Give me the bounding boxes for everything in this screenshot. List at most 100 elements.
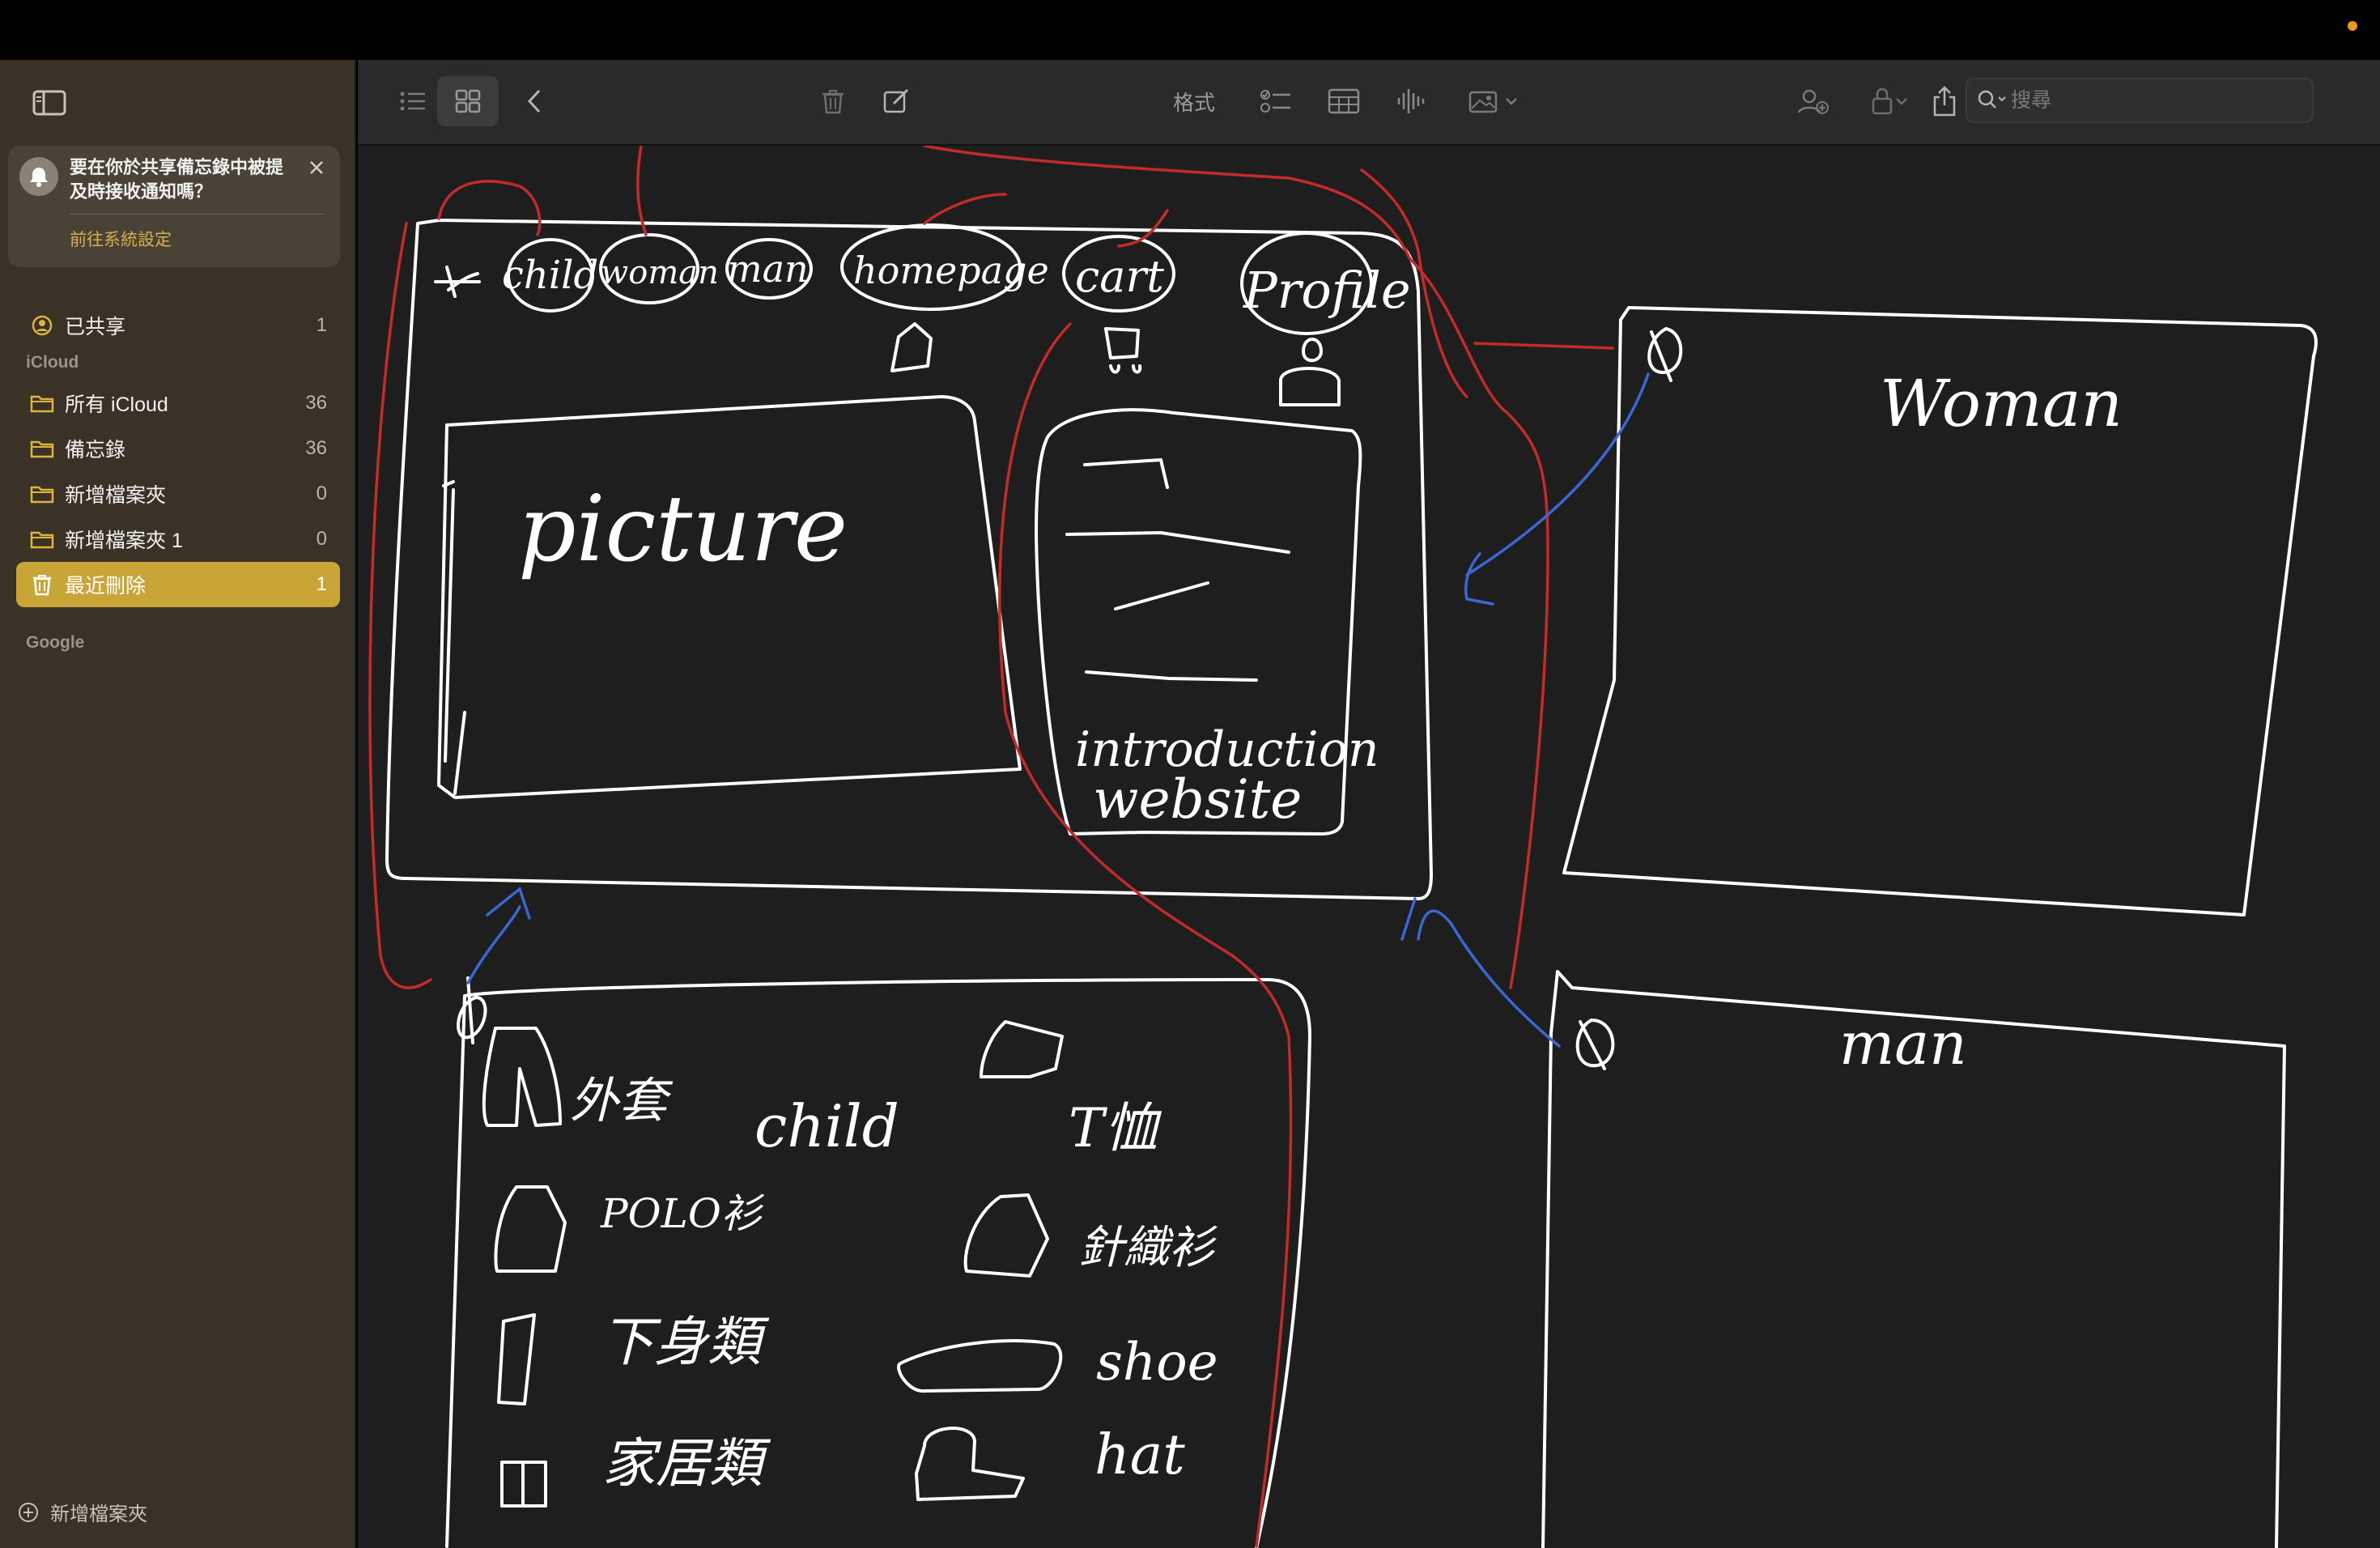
search-field[interactable] — [1966, 78, 2314, 123]
waveform-icon — [1397, 89, 1425, 113]
item-count: 0 — [316, 528, 327, 550]
sidebar-item-label: 備忘錄 — [65, 439, 126, 461]
house-sketch-icon — [890, 322, 933, 372]
website-label: website — [1093, 768, 1302, 831]
format-button[interactable]: 格式 — [1166, 76, 1222, 126]
category-child-label: child — [754, 1092, 899, 1160]
sidebar-item-notes[interactable]: 備忘錄 36 — [16, 426, 340, 471]
search-input[interactable] — [2011, 88, 2312, 113]
sidebar-item-new-folder[interactable]: 新增檔案夾 0 — [16, 471, 340, 517]
media-button[interactable] — [1457, 76, 1530, 126]
shared-person-icon — [28, 311, 57, 340]
sketch-drawing: child woman man homepage cart Profile pi… — [368, 146, 2318, 1548]
mention-notification-banner: 要在你於共享備忘錄中被提及時接收通知嗎？ 前往系統設定 — [8, 146, 340, 267]
polo-sketch-icon — [494, 1185, 567, 1273]
woman-page-label: Woman — [1880, 366, 2123, 441]
item-count: 1 — [316, 573, 327, 595]
compose-icon — [883, 88, 909, 113]
nav-label-man: man — [727, 247, 809, 291]
folder-icon — [28, 479, 57, 508]
category-tshirt-label: T恤 — [1069, 1097, 1162, 1159]
blue-arrow-woman — [1464, 372, 1650, 606]
collaborate-button[interactable] — [1791, 76, 1836, 126]
share-icon — [1933, 86, 1956, 117]
sidebar-item-all-icloud[interactable]: 所有 iCloud 36 — [16, 381, 340, 426]
folder-icon — [28, 389, 57, 418]
photo-icon — [1468, 91, 1498, 113]
category-polo-label: POLO衫 — [600, 1190, 765, 1237]
audio-button[interactable] — [1389, 76, 1431, 126]
note-toolbar: 格式 — [358, 60, 2380, 146]
bell-icon — [19, 157, 58, 196]
red-link-woman — [1409, 257, 1614, 989]
sidebar-item-label: 所有 iCloud — [65, 393, 168, 416]
shoe-sketch-icon — [897, 1339, 1063, 1393]
delete-button[interactable] — [813, 76, 853, 126]
close-icon[interactable] — [304, 155, 329, 180]
lock-icon — [1872, 87, 1893, 115]
sidebar-item-shared[interactable]: 已共享 1 — [16, 303, 340, 348]
sidebar-item-label: 新增檔案夾 1 — [65, 529, 183, 552]
sidebar-item-recently-deleted[interactable]: 最近刪除 1 — [16, 562, 340, 607]
red-link-homepage-category — [368, 222, 432, 989]
plus-circle-icon — [16, 1500, 40, 1525]
new-folder-label: 新增檔案夾 — [50, 1503, 147, 1525]
woman-logo-icon — [1647, 327, 1683, 382]
notice-message: 要在你於共享備忘錄中被提及時接收通知嗎？ — [70, 157, 284, 202]
category-sweater-label: 針織衫 — [1078, 1222, 1218, 1274]
nav-label-cart: cart — [1075, 251, 1164, 302]
gallery-view-button[interactable] — [437, 76, 499, 126]
picture-label: picture — [518, 477, 848, 582]
sidebar-toggle-icon[interactable] — [32, 89, 66, 117]
new-folder-button[interactable]: 新增檔案夾 — [16, 1498, 147, 1526]
folder-icon — [28, 434, 57, 463]
compose-button[interactable] — [876, 76, 916, 126]
menu-bar — [0, 0, 2380, 60]
sidebar: 要在你於共享備忘錄中被提及時接收通知嗎？ 前往系統設定 已共享 1 iCloud… — [0, 60, 356, 1548]
sidebar-item-new-folder-1[interactable]: 新增檔案夾 1 0 — [16, 517, 340, 562]
section-header-icloud: iCloud — [26, 353, 79, 372]
sidebar-item-label: 已共享 — [65, 316, 126, 338]
nav-label-child: child — [502, 253, 598, 298]
table-icon — [1328, 88, 1360, 114]
category-homewear-label: 家居類 — [602, 1432, 771, 1495]
item-count: 0 — [316, 483, 327, 504]
pants-sketch-icon — [497, 1313, 536, 1406]
trash-icon — [822, 90, 844, 114]
tshirt-sketch-icon — [980, 1020, 1064, 1078]
table-button[interactable] — [1323, 76, 1365, 126]
person-sketch-icon — [1279, 338, 1341, 406]
home-wear-sketch-icon — [500, 1461, 547, 1508]
lock-button[interactable] — [1859, 76, 1920, 126]
checklist-icon — [1260, 90, 1290, 113]
nav-label-profile: Profile — [1243, 261, 1411, 320]
man-logo-icon — [1575, 1019, 1615, 1070]
divider — [70, 214, 324, 215]
trash-icon — [28, 570, 57, 599]
jacket-sketch-icon — [482, 1027, 562, 1127]
back-button[interactable] — [516, 76, 552, 126]
checklist-button[interactable] — [1255, 76, 1297, 126]
nav-label-homepage: homepage — [853, 249, 1049, 292]
cart-sketch-icon — [1104, 327, 1142, 374]
blue-arrow-category — [466, 887, 531, 985]
category-bottoms-label: 下身類 — [601, 1311, 770, 1373]
note-canvas[interactable]: child woman man homepage cart Profile pi… — [358, 146, 2380, 1548]
chevron-down-icon — [1506, 98, 1517, 105]
picture-axis — [442, 480, 466, 795]
folder-icon — [28, 525, 57, 554]
search-icon — [1974, 84, 2011, 117]
category-jacket-label: 外套 — [570, 1073, 674, 1129]
item-count: 36 — [305, 437, 327, 459]
hat-sketch-icon — [915, 1427, 1025, 1501]
share-button[interactable] — [1927, 76, 1962, 126]
system-settings-link[interactable]: 前往系統設定 — [70, 227, 172, 251]
recording-indicator-icon — [2348, 21, 2357, 31]
introduction-lines — [1065, 458, 1290, 682]
item-count: 36 — [305, 392, 327, 414]
man-page-label: man — [1839, 1010, 1967, 1078]
list-view-button[interactable] — [387, 76, 439, 126]
grid-icon — [455, 89, 481, 113]
red-link-child — [437, 180, 542, 236]
section-header-google: Google — [26, 633, 85, 652]
